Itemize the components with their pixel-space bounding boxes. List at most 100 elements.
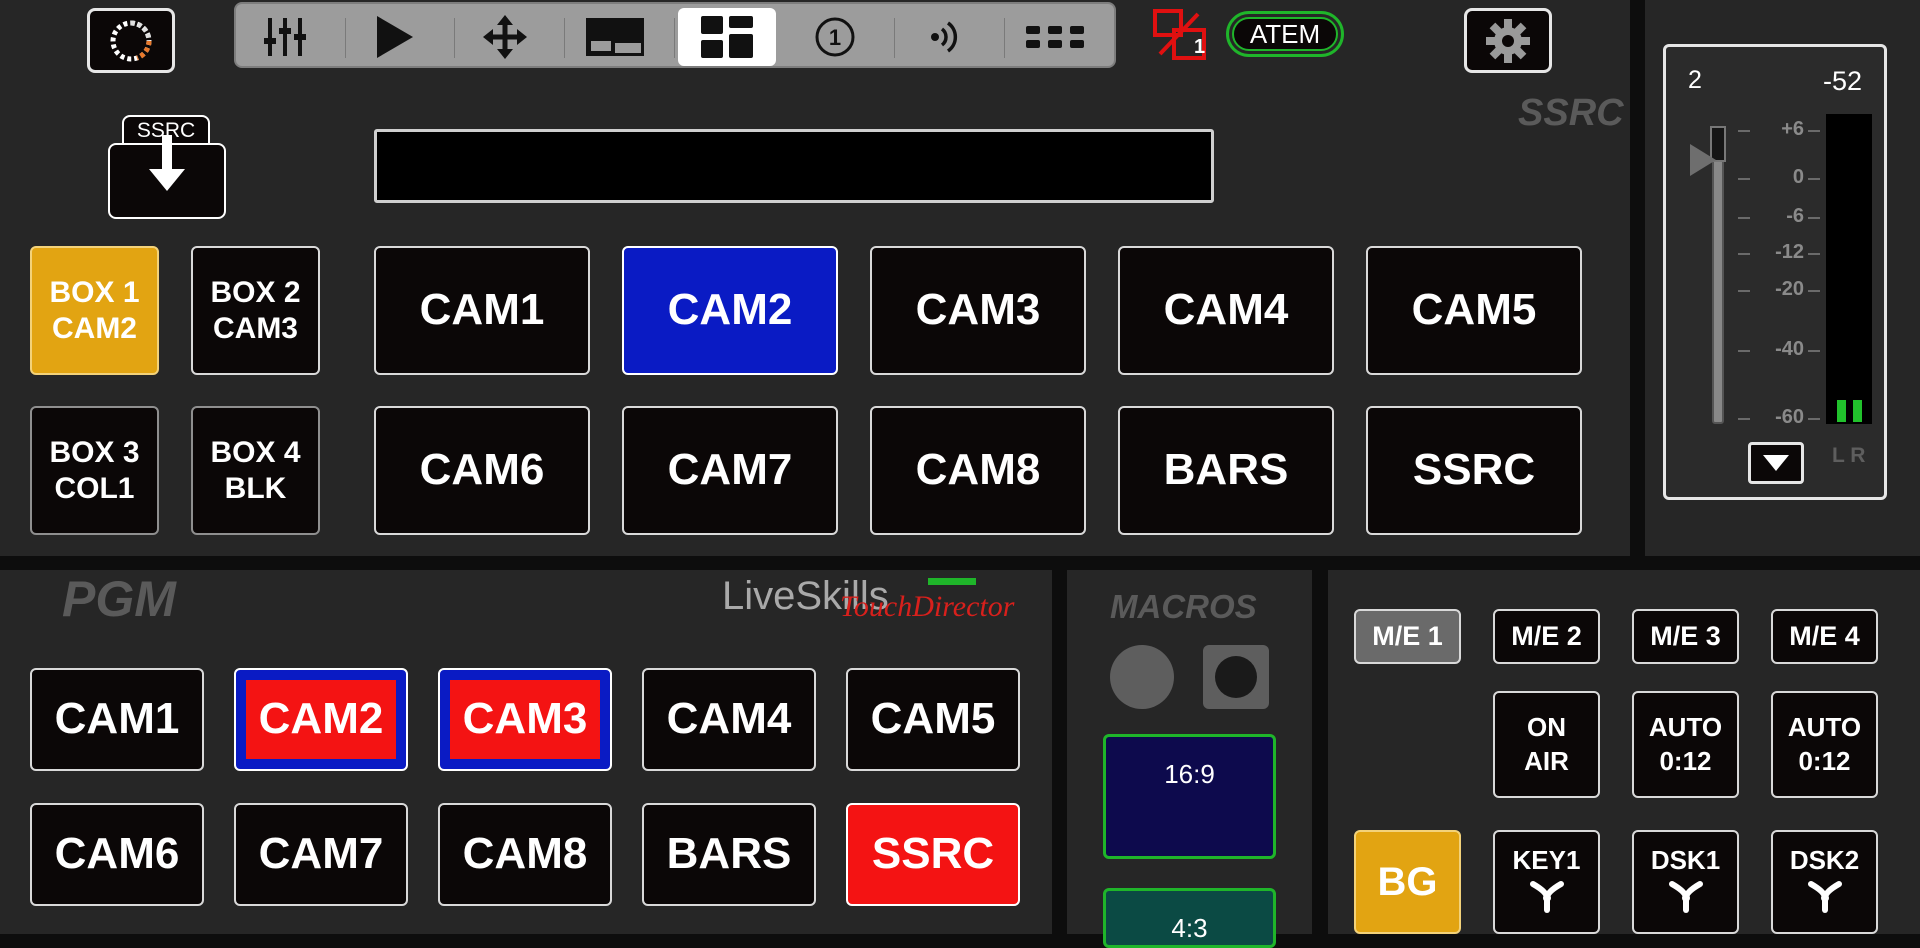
source-label: SSRC xyxy=(871,829,995,879)
audio-dropdown-button[interactable] xyxy=(1748,442,1804,484)
liveskills-logo: LiveSkills TouchDirector xyxy=(722,574,1022,630)
ssrc-source-button[interactable]: CAM2 xyxy=(622,246,838,375)
ssrc-source-button[interactable]: CAM8 xyxy=(870,406,1086,535)
toolbar-separator xyxy=(674,18,675,58)
meter-left-bar xyxy=(1837,400,1846,422)
tool-broadcast[interactable] xyxy=(896,8,994,66)
transition-wipe-icon xyxy=(1529,880,1564,913)
on-air-button[interactable]: ON AIR xyxy=(1493,691,1600,798)
settings-button[interactable] xyxy=(1464,8,1552,73)
me-tab[interactable]: M/E 1 xyxy=(1354,609,1461,664)
tool-number-one[interactable]: 1 xyxy=(786,8,884,66)
pgm-source-button[interactable]: BARS xyxy=(642,803,816,906)
me-tab-label: M/E 1 xyxy=(1372,621,1443,651)
ssrc-download-button[interactable]: SSRC xyxy=(108,115,226,219)
audio-scale-tick xyxy=(1738,290,1750,292)
source-label: CAM6 xyxy=(54,829,180,879)
box-source: CAM3 xyxy=(212,311,298,345)
ssrc-source-button[interactable]: CAM3 xyxy=(870,246,1086,375)
macros-section-label: MACROS xyxy=(1110,588,1257,625)
audio-scale-label: -60 xyxy=(1775,406,1804,428)
ssrc-box-button[interactable]: BOX 2 CAM3 xyxy=(191,246,320,375)
source-label: CAM6 xyxy=(419,445,545,495)
pgm-source-button[interactable]: CAM2 xyxy=(234,668,408,771)
download-arrow-icon xyxy=(149,135,185,191)
source-label: BARS xyxy=(1163,445,1289,495)
tool-layout-grid[interactable] xyxy=(678,8,776,66)
stop-circle-icon xyxy=(1215,656,1257,698)
auto-transition-button[interactable]: AUTO 0:12 xyxy=(1632,691,1739,798)
ssrc-box-button[interactable]: BOX 3 COL1 xyxy=(30,406,159,535)
source-label: CAM4 xyxy=(666,694,792,744)
pgm-source-button[interactable]: SSRC xyxy=(846,803,1020,906)
atem-status-pill[interactable]: ATEM xyxy=(1226,11,1344,57)
app-logo-button[interactable] xyxy=(87,8,175,73)
source-label: CAM7 xyxy=(258,829,384,879)
key-button[interactable]: KEY1 xyxy=(1493,830,1600,934)
bg-label: BG xyxy=(1377,860,1438,904)
ssrc-box-button[interactable]: BOX 1 CAM2 xyxy=(30,246,159,375)
source-label: CAM3 xyxy=(462,694,588,744)
auto-transition-button[interactable]: AUTO 0:12 xyxy=(1771,691,1878,798)
tool-mixer[interactable] xyxy=(236,8,334,66)
box-source: BLK xyxy=(224,471,287,505)
atem-label: ATEM xyxy=(1249,18,1321,49)
ssrc-name-field[interactable] xyxy=(374,129,1214,203)
ssrc-source-button[interactable]: BARS xyxy=(1118,406,1334,535)
ssrc-source-button[interactable]: CAM4 xyxy=(1118,246,1334,375)
tool-more[interactable] xyxy=(1006,8,1104,66)
pgm-source-button[interactable]: CAM1 xyxy=(30,668,204,771)
ssrc-box-button[interactable]: BOX 4 BLK xyxy=(191,406,320,535)
more-dots-icon xyxy=(1026,26,1084,48)
me-tab[interactable]: M/E 2 xyxy=(1493,609,1600,664)
tool-multiview[interactable] xyxy=(566,8,664,66)
pgm-source-inner: CAM3 xyxy=(450,680,600,759)
mixer-sliders-icon xyxy=(264,18,306,56)
audio-scale-tick xyxy=(1808,130,1820,132)
source-label: CAM4 xyxy=(1163,285,1289,335)
meter-lr-label: L R xyxy=(1832,444,1866,467)
transition-wipe-icon xyxy=(1807,880,1842,913)
macro-label: 4:3 xyxy=(1171,913,1208,943)
macro-button[interactable]: 16:9 xyxy=(1103,734,1276,859)
tool-move[interactable] xyxy=(456,8,554,66)
auto-duration: 0:12 xyxy=(1798,745,1851,776)
audio-scale-tick xyxy=(1738,217,1750,219)
ssrc-source-button[interactable]: CAM5 xyxy=(1366,246,1582,375)
me-tab-label: M/E 2 xyxy=(1511,621,1582,651)
macro-button[interactable]: 4:3 xyxy=(1103,888,1276,948)
me-tab-label: M/E 4 xyxy=(1789,621,1860,651)
audio-scale-label: 0 xyxy=(1792,166,1804,188)
bg-button[interactable]: BG xyxy=(1354,830,1461,934)
macro-record-button[interactable] xyxy=(1110,645,1174,709)
tool-play[interactable] xyxy=(346,8,444,66)
key-button[interactable]: DSK1 xyxy=(1632,830,1739,934)
key-button[interactable]: DSK2 xyxy=(1771,830,1878,934)
unlink-indicator[interactable]: 1 xyxy=(1152,8,1210,60)
audio-scale-label: -20 xyxy=(1775,278,1804,300)
ssrc-source-button[interactable]: CAM1 xyxy=(374,246,590,375)
source-label: CAM3 xyxy=(915,285,1041,335)
pgm-source-button[interactable]: CAM3 xyxy=(438,668,612,771)
fader-pointer-icon xyxy=(1690,144,1716,176)
pgm-source-button[interactable]: CAM7 xyxy=(234,803,408,906)
pgm-source-button[interactable]: CAM8 xyxy=(438,803,612,906)
ssrc-source-button[interactable]: SSRC xyxy=(1366,406,1582,535)
pgm-source-button[interactable]: CAM4 xyxy=(642,668,816,771)
layout-grid-icon xyxy=(701,16,753,58)
pgm-source-button[interactable]: CAM5 xyxy=(846,668,1020,771)
audio-scale-tick xyxy=(1738,178,1750,180)
me-tab[interactable]: M/E 3 xyxy=(1632,609,1739,664)
audio-scale-label: +6 xyxy=(1781,118,1804,140)
me-tab[interactable]: M/E 4 xyxy=(1771,609,1878,664)
source-label: CAM2 xyxy=(258,694,384,744)
macro-stop-button[interactable] xyxy=(1203,645,1269,709)
ssrc-source-button[interactable]: CAM6 xyxy=(374,406,590,535)
level-meter xyxy=(1826,114,1872,424)
key-label: DSK2 xyxy=(1789,845,1860,875)
pgm-source-button[interactable]: CAM6 xyxy=(30,803,204,906)
ssrc-section-label: SSRC xyxy=(1518,92,1624,134)
ssrc-source-button[interactable]: CAM7 xyxy=(622,406,838,535)
move-arrows-icon xyxy=(483,15,527,59)
source-label: CAM8 xyxy=(915,445,1041,495)
